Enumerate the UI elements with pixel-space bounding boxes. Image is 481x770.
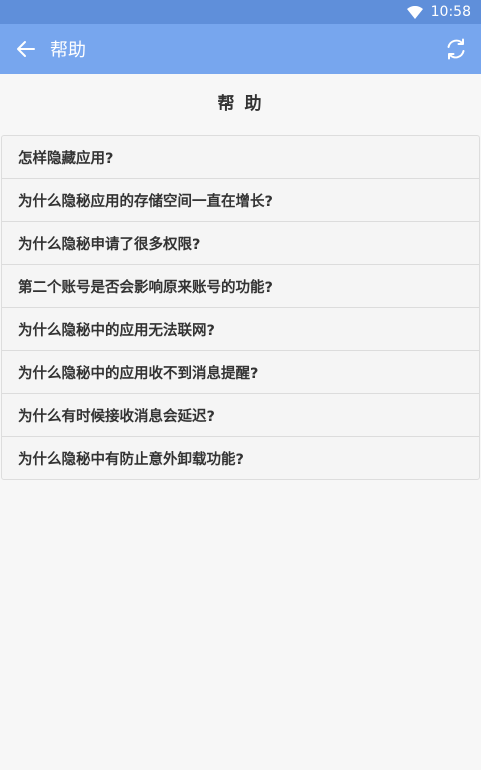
faq-item-hide-app[interactable]: 怎样隐藏应用? [2, 136, 479, 179]
refresh-button[interactable] [443, 36, 469, 62]
faq-list: 怎样隐藏应用? 为什么隐秘应用的存储空间一直在增长? 为什么隐秘申请了很多权限?… [1, 135, 480, 480]
status-time: 10:58 [430, 4, 471, 20]
faq-item-message-delay[interactable]: 为什么有时候接收消息会延迟? [2, 394, 479, 437]
faq-item-uninstall-protection[interactable]: 为什么隐秘中有防止意外卸载功能? [2, 437, 479, 479]
arrow-left-icon [17, 41, 35, 57]
faq-item-no-network[interactable]: 为什么隐秘中的应用无法联网? [2, 308, 479, 351]
back-button[interactable] [6, 24, 46, 74]
status-bar: 10:58 [0, 0, 481, 24]
faq-item-second-account[interactable]: 第二个账号是否会影响原来账号的功能? [2, 265, 479, 308]
app-bar: 帮助 [0, 24, 481, 74]
wifi-icon [406, 5, 423, 19]
refresh-icon [447, 38, 465, 60]
faq-item-no-notifications[interactable]: 为什么隐秘中的应用收不到消息提醒? [2, 351, 479, 394]
faq-item-storage-growth[interactable]: 为什么隐秘应用的存储空间一直在增长? [2, 179, 479, 222]
faq-item-permissions[interactable]: 为什么隐秘申请了很多权限? [2, 222, 479, 265]
page-heading: 帮 助 [217, 94, 264, 114]
app-title: 帮助 [50, 40, 86, 61]
